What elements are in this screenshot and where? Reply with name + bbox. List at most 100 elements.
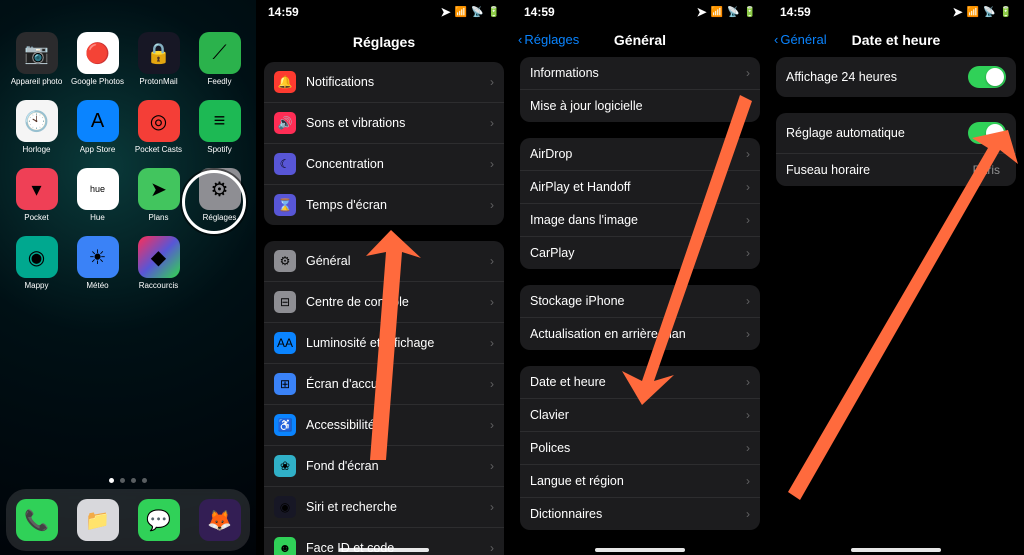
row-label: Siri et recherche [306, 500, 490, 514]
wifi-icon: 📡 [471, 7, 483, 18]
app-icon: hue [77, 168, 119, 210]
row-icon: ☾ [274, 153, 296, 175]
back-button[interactable]: ‹ Réglages [518, 32, 579, 47]
settings-row[interactable]: AALuminosité et affichage› [264, 323, 504, 364]
app-label: Plans [148, 213, 168, 222]
settings-row[interactable]: Dictionnaires› [520, 498, 760, 530]
app-appareil-photo[interactable]: 📷 Appareil photo [10, 32, 63, 86]
app-météo[interactable]: ☀Météo [71, 236, 124, 290]
chevron-right-icon: › [490, 377, 494, 391]
home-indicator[interactable] [339, 548, 429, 552]
app-mappy[interactable]: ◉Mappy [10, 236, 63, 290]
settings-row[interactable]: CarPlay› [520, 237, 760, 269]
app-spotify[interactable]: ≡Spotify [193, 100, 246, 154]
toggle-auto[interactable] [968, 122, 1006, 144]
settings-row[interactable]: ⌛Temps d'écran› [264, 185, 504, 225]
dock-app-messages[interactable]: 💬 [138, 499, 180, 541]
app-plans[interactable]: ➤Plans [132, 168, 185, 222]
settings-row[interactable]: AirDrop› [520, 138, 760, 171]
settings-row[interactable]: ♿Accessibilité› [264, 405, 504, 446]
row-24h[interactable]: Affichage 24 heures [776, 57, 1016, 97]
app-pocket-casts[interactable]: ◎Pocket Casts [132, 100, 185, 154]
settings-row[interactable]: Polices› [520, 432, 760, 465]
settings-row[interactable]: ◉Siri et recherche› [264, 487, 504, 528]
row-value: Paris [973, 163, 1000, 177]
chevron-right-icon: › [746, 147, 750, 161]
row-timezone[interactable]: Fuseau horaire Paris [776, 154, 1016, 186]
settings-row[interactable]: Actualisation en arrière-plan› [520, 318, 760, 350]
back-label: Réglages [524, 32, 579, 47]
settings-row[interactable]: ❀Fond d'écran› [264, 446, 504, 487]
nav-bar: ‹ Réglages Général [512, 24, 768, 57]
back-button[interactable]: ‹ Général [774, 32, 827, 47]
settings-row[interactable]: ⚙Général› [264, 241, 504, 282]
row-label: Écran d'accueil [306, 377, 490, 391]
app-icon: 🔴 [77, 32, 119, 74]
row-label: Mise à jour logicielle [530, 99, 746, 113]
settings-row[interactable]: Stockage iPhone› [520, 285, 760, 318]
dock-app-fichiers[interactable]: 📁 [77, 499, 119, 541]
settings-row[interactable]: Langue et région› [520, 465, 760, 498]
app-app-store[interactable]: A App Store [71, 100, 124, 154]
settings-row[interactable]: 🔊Sons et vibrations› [264, 103, 504, 144]
chevron-right-icon: › [490, 254, 494, 268]
location-icon: ➤ [697, 5, 707, 19]
app-icon: ≡ [199, 100, 241, 142]
home-indicator[interactable] [595, 548, 685, 552]
battery-icon: 🔋 [744, 7, 756, 18]
toggle-24h[interactable] [968, 66, 1006, 88]
settings-group-notifications: 🔔Notifications›🔊Sons et vibrations› ☾ Conc… [264, 62, 504, 225]
settings-group-date: Date et heure›Clavier›Polices›Langue et … [520, 366, 760, 530]
app-feedly[interactable]: ⟋Feedly [193, 32, 246, 86]
status-time: 14:59 [268, 5, 299, 19]
page-indicator[interactable] [0, 478, 256, 483]
settings-row[interactable]: ⊟Centre de contrôle› [264, 282, 504, 323]
app-label: Météo [86, 281, 108, 290]
row-label: AirDrop [530, 147, 746, 161]
app-label: App Store [80, 145, 116, 154]
settings-row[interactable]: Informations› [520, 57, 760, 90]
app-label: Appareil photo [11, 77, 63, 86]
app-raccourcis[interactable]: ◆Raccourcis [132, 236, 185, 290]
app-label: Pocket Casts [135, 145, 182, 154]
app-label: Feedly [207, 77, 231, 86]
app-pocket[interactable]: ▾Pocket [10, 168, 63, 222]
app-horloge[interactable]: 🕙Horloge [10, 100, 63, 154]
settings-row[interactable]: ⊞ Écran d'accueil› [264, 364, 504, 405]
settings-row[interactable]: Clavier› [520, 399, 760, 432]
app-google-photos[interactable]: 🔴Google Photos [71, 32, 124, 86]
home-indicator[interactable] [851, 548, 941, 552]
settings-row[interactable]: ☾Concentration› [264, 144, 504, 185]
dock-app-téléphone[interactable]: 📞 [16, 499, 58, 541]
signal-icon: 📶 [967, 7, 979, 18]
row-icon: ☻ [274, 537, 296, 555]
app-hue[interactable]: hueHue [71, 168, 124, 222]
row-icon: ⊟ [274, 291, 296, 313]
chevron-right-icon: › [746, 441, 750, 455]
app-label: Pocket [24, 213, 48, 222]
app-icon: ◉ [16, 236, 58, 278]
row-label: Polices [530, 441, 746, 455]
row-label: Stockage iPhone [530, 294, 746, 308]
app-protonmail[interactable]: 🔒ProtonMail [132, 32, 185, 86]
row-icon: ♿ [274, 414, 296, 436]
settings-row[interactable]: Date et heure› [520, 366, 760, 399]
chevron-right-icon: › [490, 116, 494, 130]
settings-row[interactable]: Image dans l'image› [520, 204, 760, 237]
app-icon: A [77, 100, 119, 142]
chevron-left-icon: ‹ [774, 32, 778, 47]
dock-app-firefox[interactable]: 🦊 [199, 499, 241, 541]
row-label: Temps d'écran [306, 198, 490, 212]
settings-row[interactable]: 🔔Notifications› [264, 62, 504, 103]
settings-row[interactable]: AirPlay et Handoff› [520, 171, 760, 204]
settings-row[interactable]: Mise à jour logicielle› [520, 90, 760, 122]
wifi-icon: 📡 [727, 7, 739, 18]
app-icon: 📷 [16, 32, 58, 74]
row-icon: ⊞ [274, 373, 296, 395]
row-label: Concentration [306, 157, 490, 171]
row-icon: 🔊 [274, 112, 296, 134]
row-auto[interactable]: Réglage automatique [776, 113, 1016, 154]
app-icon: 🔒 [138, 32, 180, 74]
chevron-left-icon: ‹ [518, 32, 522, 47]
location-icon: ➤ [441, 5, 451, 19]
